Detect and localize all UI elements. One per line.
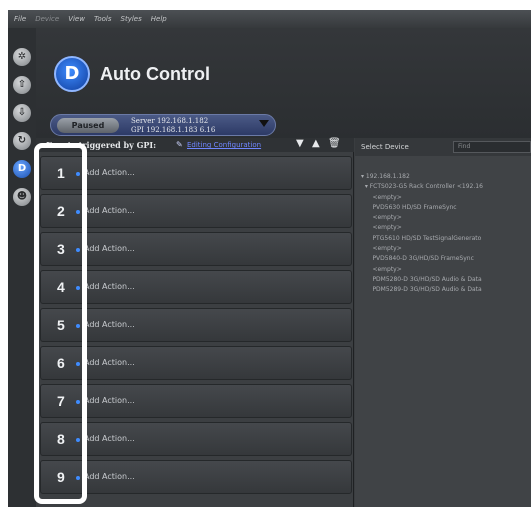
find-input[interactable]: Find bbox=[453, 141, 531, 153]
tree-node[interactable]: <empty> bbox=[361, 213, 531, 223]
select-device-label: Select Device bbox=[361, 143, 409, 151]
add-action-button[interactable]: Add Action... bbox=[84, 434, 135, 443]
server-info: Server 192.168.1.182 GPI 192.168.1.183 6… bbox=[131, 117, 215, 135]
tree-node[interactable]: PDM5289-D 3G/HD/SD Audio & Data bbox=[361, 285, 531, 295]
menu-device[interactable]: Device bbox=[35, 15, 59, 23]
add-action-button[interactable]: Add Action... bbox=[84, 396, 135, 405]
editing-configuration-link[interactable]: Editing Configuration bbox=[187, 141, 261, 149]
tree-node-server[interactable]: ▾ 192.168.1.182 bbox=[361, 172, 531, 182]
arrow-up-icon[interactable]: ▲ bbox=[312, 138, 320, 149]
server-status-bar[interactable]: Paused Server 192.168.1.182 GPI 192.168.… bbox=[50, 114, 276, 136]
tree-node-rack-controller[interactable]: ▾ FCTS023-G5 Rack Controller <192.16 bbox=[361, 182, 531, 192]
add-action-button[interactable]: Add Action... bbox=[84, 472, 135, 481]
tree-node[interactable]: PVD5630 HD/SD FrameSync bbox=[361, 203, 531, 213]
number-column-highlight bbox=[34, 143, 87, 504]
settings-icon[interactable]: ✲ bbox=[13, 48, 31, 66]
tree-node[interactable]: <empty> bbox=[361, 265, 531, 275]
arrow-down-icon[interactable]: ▼ bbox=[296, 138, 304, 149]
upload-icon[interactable]: ⇧ bbox=[13, 76, 31, 94]
menu-view[interactable]: View bbox=[68, 15, 85, 23]
download-icon[interactable]: ⇩ bbox=[13, 104, 31, 122]
auto-control-logo: D bbox=[54, 56, 90, 92]
chevron-down-icon[interactable] bbox=[259, 120, 269, 127]
tree-node[interactable]: PVD5840-D 3G/HD/SD FrameSync bbox=[361, 254, 531, 264]
refresh-icon[interactable]: ↻ bbox=[13, 132, 31, 150]
server-address: Server 192.168.1.182 bbox=[131, 117, 209, 125]
device-tree: ▾ 192.168.1.182 ▾ FCTS023-G5 Rack Contro… bbox=[361, 172, 531, 296]
pencil-icon[interactable]: ✎ bbox=[176, 140, 183, 149]
tree-node[interactable]: PTG5610 HD/SD TestSignalGenerato bbox=[361, 234, 531, 244]
sidebar-rail: ✲ ⇧ ⇩ ↻ D ☻ bbox=[8, 28, 36, 507]
auto-control-icon[interactable]: D bbox=[13, 160, 31, 178]
tree-node[interactable]: PDM5280-D 3G/HD/SD Audio & Data bbox=[361, 275, 531, 285]
menu-tools[interactable]: Tools bbox=[94, 15, 112, 23]
menu-help[interactable]: Help bbox=[151, 15, 167, 23]
menu-file[interactable]: File bbox=[14, 15, 26, 23]
page-title: Auto Control bbox=[100, 64, 210, 84]
menu-bar: File Device View Tools Styles Help bbox=[8, 10, 531, 28]
device-panel: Select Device Find ▾ 192.168.1.182 ▾ FCT… bbox=[355, 138, 531, 507]
add-action-button[interactable]: Add Action... bbox=[84, 320, 135, 329]
tree-node[interactable]: <empty> bbox=[361, 223, 531, 233]
tree-node[interactable]: <empty> bbox=[361, 193, 531, 203]
trash-icon[interactable]: 🗑 bbox=[328, 138, 341, 149]
gpi-address: GPI 192.168.1.183 6.16 bbox=[131, 126, 216, 134]
add-action-button[interactable]: Add Action... bbox=[84, 168, 135, 177]
add-action-button[interactable]: Add Action... bbox=[84, 244, 135, 253]
paused-button[interactable]: Paused bbox=[57, 118, 119, 133]
users-icon[interactable]: ☻ bbox=[13, 188, 31, 206]
header: D Auto Control Paused Server 192.168.1.1… bbox=[36, 28, 531, 138]
tree-node[interactable]: <empty> bbox=[361, 244, 531, 254]
add-action-button[interactable]: Add Action... bbox=[84, 358, 135, 367]
add-action-button[interactable]: Add Action... bbox=[84, 282, 135, 291]
add-action-button[interactable]: Add Action... bbox=[84, 206, 135, 215]
device-header: Select Device Find bbox=[355, 138, 531, 156]
menu-styles[interactable]: Styles bbox=[121, 15, 142, 23]
